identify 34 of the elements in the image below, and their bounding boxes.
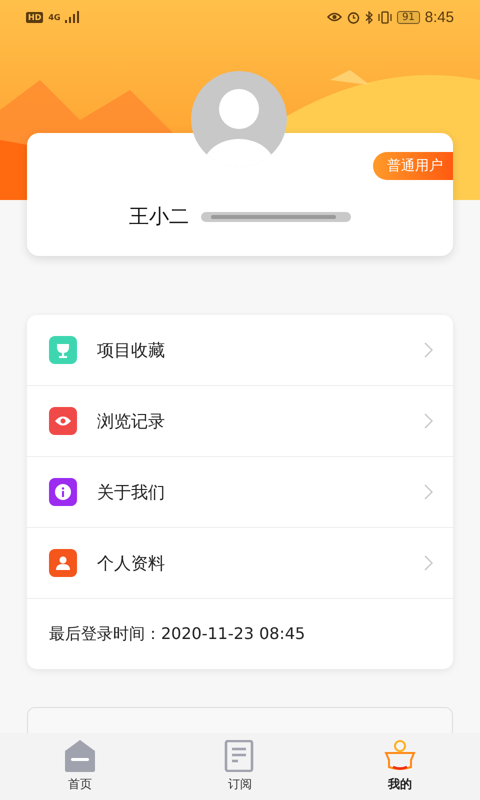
person-icon — [384, 740, 416, 772]
home-icon — [64, 740, 96, 772]
user-name: 王小二 — [129, 203, 189, 230]
signal-icon — [65, 11, 80, 23]
chevron-icon — [424, 484, 433, 500]
chevron-icon — [424, 342, 433, 358]
tab-label: 首页 — [68, 776, 92, 793]
eye-icon — [327, 12, 342, 22]
chevron-icon — [424, 555, 433, 571]
logout-button[interactable] — [27, 707, 453, 735]
tab-label: 订阅 — [228, 776, 252, 793]
menu-item[interactable]: 浏览记录 — [27, 386, 453, 457]
menu-label: 个人资料 — [97, 552, 166, 574]
network-type: 4G — [48, 12, 60, 22]
tab[interactable]: 订阅 — [160, 733, 320, 800]
tab[interactable]: 我的 — [320, 733, 480, 800]
menu-label: 浏览记录 — [97, 410, 166, 432]
menu-item[interactable]: 项目收藏 — [27, 315, 453, 386]
last-login-text: 最后登录时间：2020-11-23 08:45 — [49, 624, 306, 644]
menu-label: 关于我们 — [97, 482, 166, 504]
alarm-icon — [347, 10, 360, 24]
user-level-badge: 普通用户 — [373, 152, 453, 180]
document-icon — [224, 740, 256, 772]
chevron-icon — [424, 413, 433, 429]
tab-label: 我的 — [388, 776, 412, 793]
vibrate-icon — [378, 10, 392, 24]
menu-label: 项目收藏 — [97, 340, 166, 362]
tab[interactable]: 首页 — [0, 733, 160, 800]
clock: 8:45 — [424, 8, 454, 26]
menu-item[interactable]: 个人资料 — [27, 528, 453, 599]
battery-indicator: 91 — [397, 10, 420, 24]
bluetooth-icon — [365, 10, 374, 24]
menu-item[interactable]: 关于我们 — [27, 457, 453, 528]
hd-indicator: HD — [26, 12, 44, 22]
